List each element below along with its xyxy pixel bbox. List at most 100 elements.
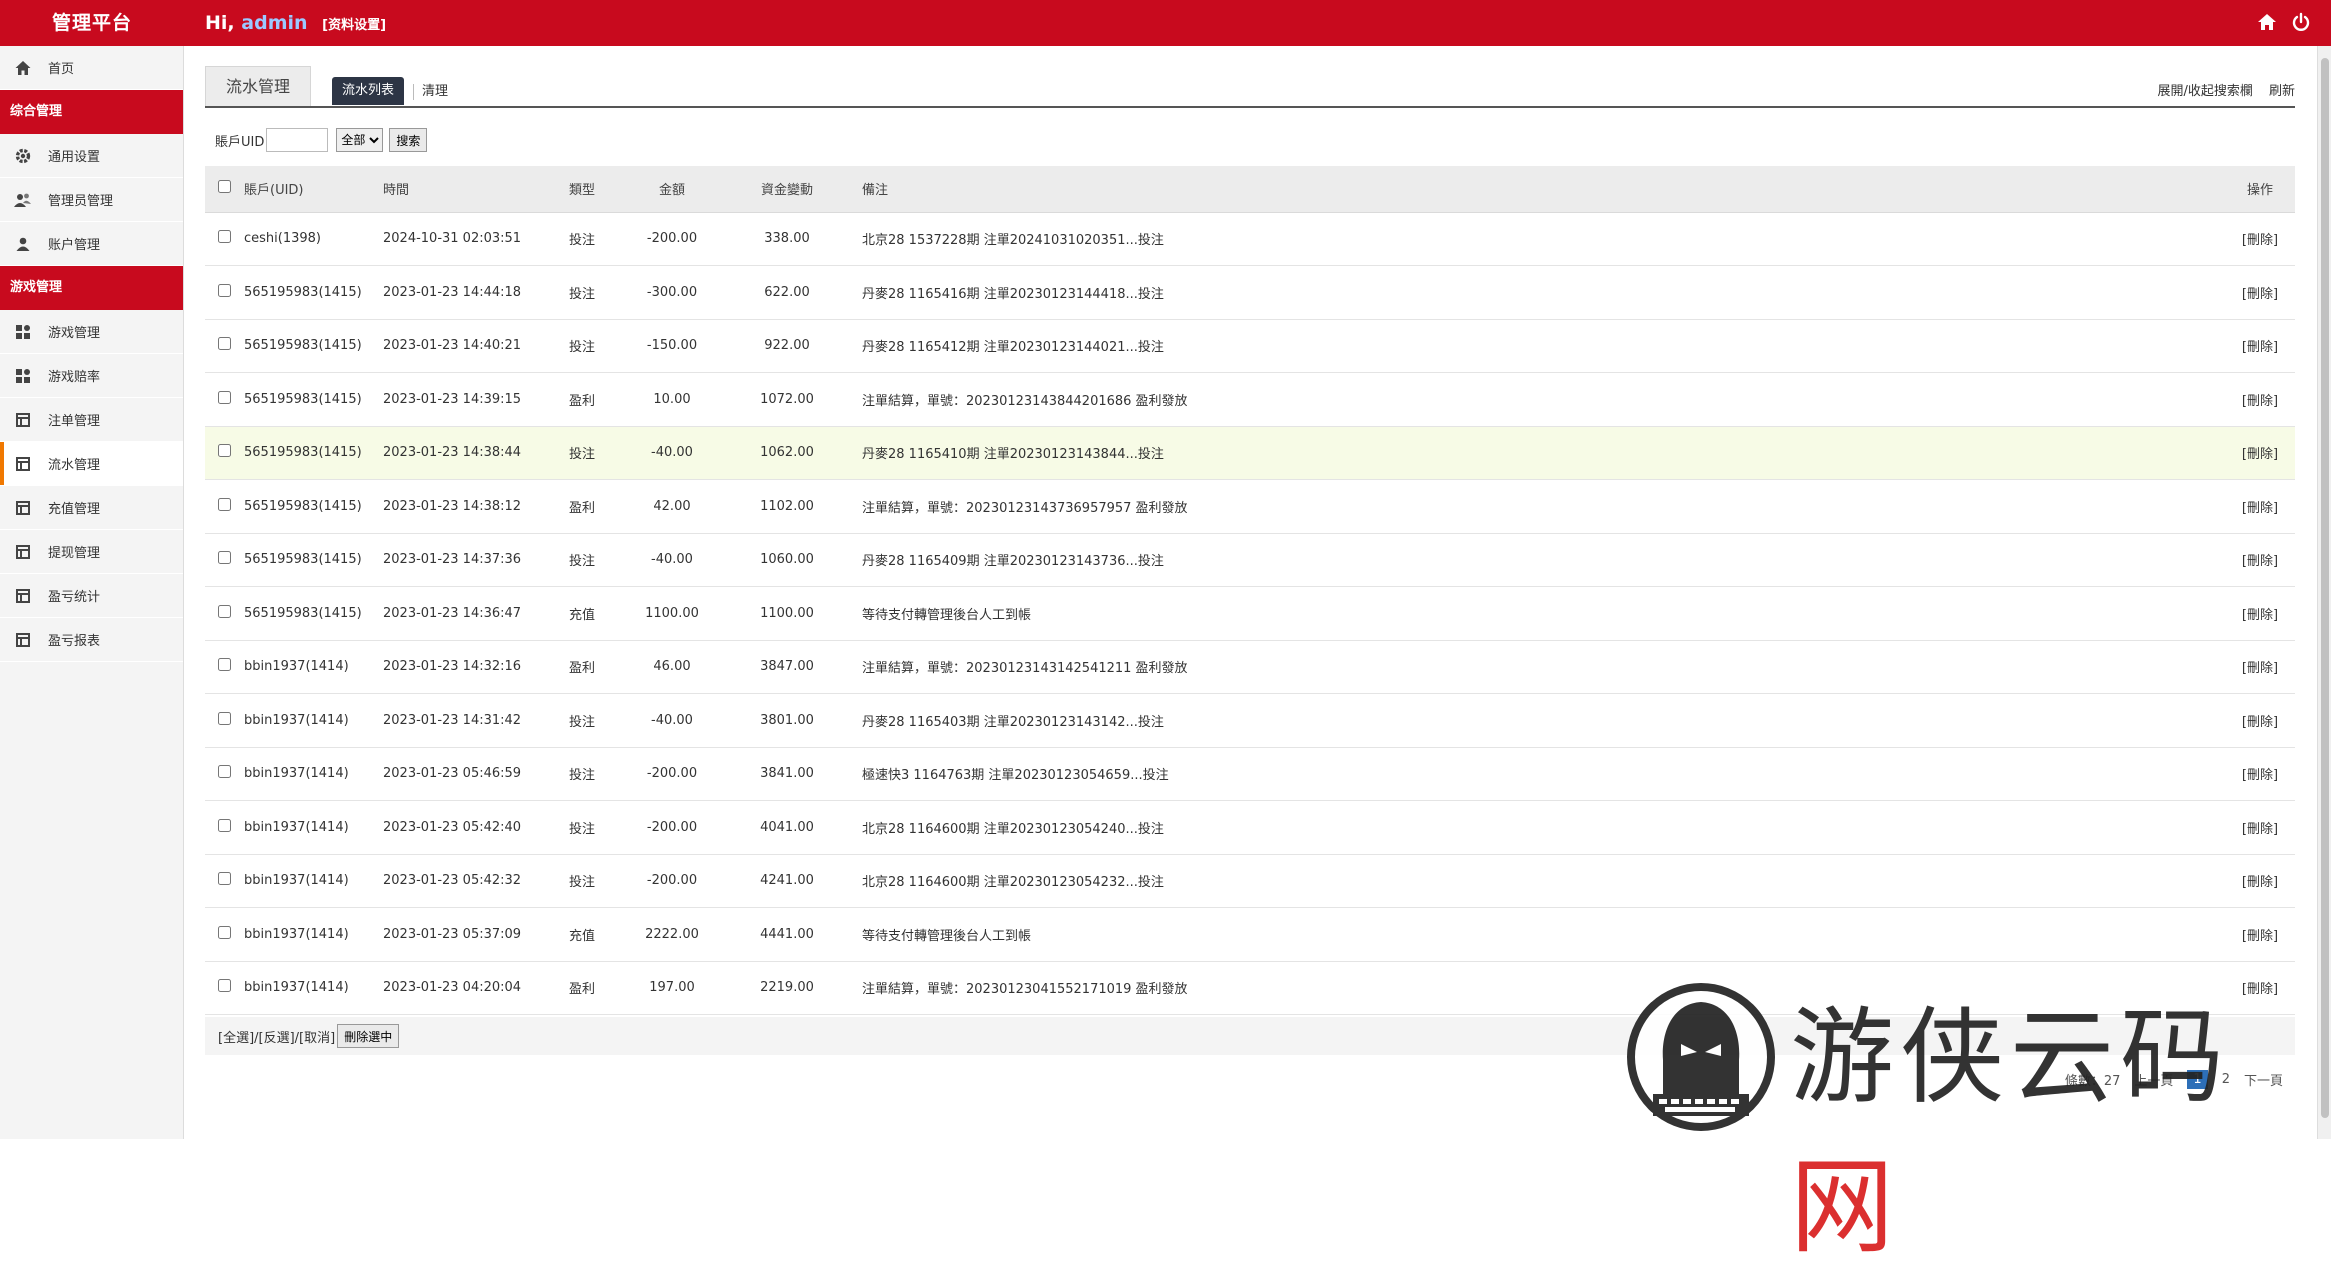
select-all-checkbox[interactable]	[217, 180, 231, 194]
sidebar-item-label: 游戏赔率	[48, 370, 101, 385]
row-check-cell	[205, 319, 243, 373]
row-checkbox[interactable]	[217, 818, 231, 832]
row-checkbox[interactable]	[217, 551, 231, 565]
tabs-bar: 流水管理 流水列表 清理 展開/收起搜索欄 刷新	[205, 66, 2295, 108]
row-checkbox[interactable]	[217, 979, 231, 993]
type-select[interactable]: 全部	[336, 128, 384, 152]
delete-link[interactable]: [刪除]	[2225, 907, 2295, 962]
page-scrollbar[interactable]	[2317, 46, 2331, 1139]
cell-uid: ceshi(1398)	[243, 212, 382, 266]
user-icon	[14, 235, 32, 253]
delete-link[interactable]: [刪除]	[2225, 800, 2295, 855]
toggle-search-link[interactable]: 展開/收起搜索欄	[2157, 84, 2252, 99]
delete-link[interactable]: [刪除]	[2225, 586, 2295, 641]
list-icon	[14, 499, 32, 517]
sidebar-item-label: 首页	[48, 62, 75, 77]
delete-link[interactable]: [刪除]	[2225, 533, 2295, 587]
row-checkbox[interactable]	[217, 444, 231, 458]
row-check-cell	[205, 747, 243, 801]
row-checkbox[interactable]	[217, 497, 231, 511]
cell-change: 922.00	[732, 319, 842, 373]
sidebar-item-withdraw[interactable]: 提现管理	[0, 530, 183, 574]
cell-uid: bbin1937(1414)	[243, 854, 382, 908]
sidebar-item-home[interactable]: 首页	[0, 46, 183, 90]
sidebar-item-pl-report[interactable]: 盈亏报表	[0, 618, 183, 662]
list-icon	[14, 543, 32, 561]
delete-link[interactable]: [刪除]	[2225, 693, 2295, 748]
row-checkbox[interactable]	[217, 283, 231, 297]
sidebar-item-label: 管理员管理	[48, 194, 114, 209]
uid-input[interactable]	[266, 128, 329, 152]
tab-clear[interactable]: 清理	[422, 84, 448, 100]
cell-amount: 1100.00	[612, 586, 732, 641]
sidebar-item-general-settings[interactable]: 通用设置	[0, 134, 183, 178]
watermark: 游侠云码网	[1625, 982, 2325, 1268]
row-check-cell	[205, 372, 243, 427]
delete-link[interactable]: [刪除]	[2225, 854, 2295, 908]
cell-type: 投注	[552, 533, 612, 587]
delete-link[interactable]: [刪除]	[2225, 319, 2295, 373]
delete-link[interactable]: [刪除]	[2225, 747, 2295, 801]
row-checkbox[interactable]	[217, 658, 231, 672]
cell-type: 投注	[552, 747, 612, 801]
row-checkbox[interactable]	[217, 872, 231, 886]
row-checkbox[interactable]	[217, 604, 231, 618]
username-link[interactable]: admin	[241, 12, 307, 34]
sidebar-item-label: 游戏管理	[48, 326, 101, 341]
refresh-link[interactable]: 刷新	[2269, 84, 2295, 99]
sidebar-item-games[interactable]: 游戏管理	[0, 310, 183, 354]
col-amount: 金額	[612, 166, 732, 213]
delete-link[interactable]: [刪除]	[2225, 372, 2295, 427]
search-button[interactable]: 搜索	[389, 128, 428, 152]
power-icon[interactable]	[2291, 12, 2311, 32]
row-checkbox[interactable]	[217, 711, 231, 725]
delete-link[interactable]: [刪除]	[2225, 640, 2295, 694]
sidebar-item-account[interactable]: 账户管理	[0, 222, 183, 266]
profile-settings-link[interactable]: [资料设置]	[322, 18, 386, 33]
delete-link[interactable]: [刪除]	[2225, 426, 2295, 480]
cell-time: 2023-01-23 14:37:36	[382, 533, 552, 587]
delete-link[interactable]: [刪除]	[2225, 212, 2295, 266]
sidebar-item-odds[interactable]: 游戏赔率	[0, 354, 183, 398]
cell-time: 2023-01-23 05:37:09	[382, 907, 552, 962]
sidebar-item-label: 提现管理	[48, 546, 101, 561]
select-links[interactable]: [全選]/[反選]/[取消]	[218, 1027, 335, 1046]
grid-icon	[14, 323, 32, 341]
scrollbar-thumb[interactable]	[2321, 58, 2329, 1118]
delete-link[interactable]: [刪除]	[2225, 479, 2295, 534]
table-row: 565195983(1415) 2023-01-23 14:44:18 投注 -300…	[205, 265, 2295, 320]
delete-link[interactable]: [刪除]	[2225, 265, 2295, 320]
row-checkbox[interactable]	[217, 925, 231, 939]
cell-note: 北京28 1164600期 注單20230123054232...投注	[842, 854, 2225, 908]
delete-selected-button[interactable]: 刪除選中	[337, 1024, 400, 1048]
cell-amount: -300.00	[612, 265, 732, 320]
table-row: bbin1937(1414) 2023-01-23 14:31:42 投注 -40.0…	[205, 693, 2295, 748]
list-icon	[14, 411, 32, 429]
sidebar-item-label: 盈亏报表	[48, 634, 101, 649]
row-checkbox[interactable]	[217, 390, 231, 404]
cell-change: 3841.00	[732, 747, 842, 801]
row-checkbox[interactable]	[217, 337, 231, 351]
cell-amount: 10.00	[612, 372, 732, 427]
top-header: 管理平台 Hi, admin [资料设置]	[0, 0, 2331, 46]
cell-change: 1102.00	[732, 479, 842, 534]
sidebar-item-admin[interactable]: 管理员管理	[0, 178, 183, 222]
cell-note: 丹麥28 1165410期 注單20230123143844...投注	[842, 426, 2225, 480]
row-check-cell	[205, 586, 243, 641]
cell-amount: 197.00	[612, 961, 732, 1015]
sidebar-item-recharge[interactable]: 充值管理	[0, 486, 183, 530]
sidebar-item-pl-stats[interactable]: 盈亏统计	[0, 574, 183, 618]
tab-flow-list[interactable]: 流水列表	[332, 77, 405, 105]
cell-time: 2023-01-23 05:42:40	[382, 800, 552, 855]
sidebar-item-flow[interactable]: 流水管理	[0, 442, 183, 486]
row-checkbox[interactable]	[217, 765, 231, 779]
cell-time: 2023-01-23 05:46:59	[382, 747, 552, 801]
row-checkbox[interactable]	[217, 230, 231, 244]
table-row: bbin1937(1414) 2023-01-23 05:42:32 投注 -200.…	[205, 854, 2295, 908]
tab-actions: 展開/收起搜索欄 刷新	[2145, 80, 2295, 99]
cell-change: 4441.00	[732, 907, 842, 962]
home-icon[interactable]	[2257, 12, 2277, 32]
cell-time: 2024-10-31 02:03:51	[382, 212, 552, 266]
cell-time: 2023-01-23 14:44:18	[382, 265, 552, 320]
sidebar-item-bets[interactable]: 注单管理	[0, 398, 183, 442]
